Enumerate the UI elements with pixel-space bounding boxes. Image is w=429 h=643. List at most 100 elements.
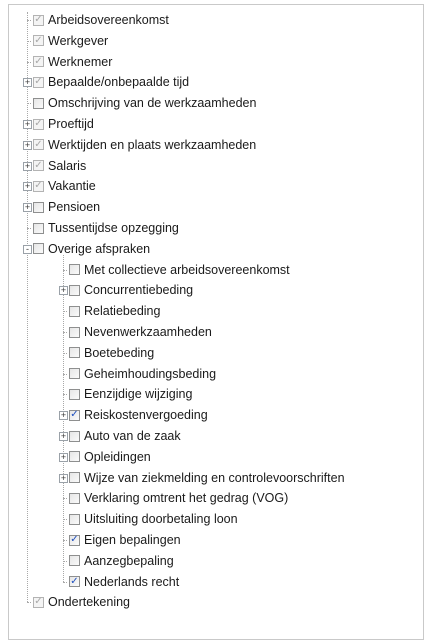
collapse-toggle-icon[interactable]: - (23, 244, 32, 254)
expand-toggle-icon[interactable]: + (59, 411, 68, 421)
tree-item-label: Nederlands recht (84, 574, 180, 589)
expand-toggle-icon[interactable]: + (59, 286, 68, 296)
checkbox[interactable]: ✓ (33, 56, 44, 68)
checkbox[interactable] (69, 305, 80, 317)
tree-item[interactable]: Overige afspraken (33, 239, 150, 259)
tree-item[interactable]: ✓ Werkgever (33, 31, 108, 51)
checkbox[interactable]: ✓ (33, 596, 44, 608)
tree-item[interactable]: ✓ Bepaalde/onbepaalde tijd (33, 72, 189, 92)
tree-item[interactable]: Wijze van ziekmelding en controlevoorsch… (69, 468, 345, 488)
tree-item[interactable]: ✓ Arbeidsovereenkomst (33, 10, 169, 30)
tree-item-label: Aanzegbepaling (84, 553, 174, 568)
tree-item[interactable]: ✓ Vakantie (33, 176, 96, 196)
tree-item-label: Eenzijdige wijziging (84, 387, 193, 402)
tree-item[interactable]: Aanzegbepaling (69, 551, 174, 571)
tree-item-label: Auto van de zaak (84, 429, 181, 443)
tree-item[interactable]: Omschrijving van de werkzaamheden (33, 93, 256, 113)
tree-item[interactable]: Eenzijdige wijziging (69, 384, 192, 404)
tree-connector-line (27, 103, 31, 105)
tree-item-label: Relatiebeding (84, 304, 161, 319)
tree-item-label: Concurrentiebeding (84, 283, 194, 298)
checkbox[interactable] (69, 472, 80, 484)
checkbox[interactable] (69, 326, 80, 338)
tree-item[interactable]: Pensioen (33, 197, 100, 217)
checkbox[interactable] (69, 451, 80, 463)
tree-connector-line (63, 269, 67, 271)
checkbox[interactable]: ✓ (69, 409, 80, 421)
checkbox[interactable] (69, 492, 80, 504)
tree-item[interactable]: Relatiebeding (69, 301, 160, 321)
tree-connector-line (63, 394, 67, 396)
tree-item[interactable]: ✓ Eigen bepalingen (69, 530, 181, 550)
tree-item-label: Arbeidsovereenkomst (48, 13, 169, 27)
checkbox[interactable] (69, 347, 80, 359)
tree-item[interactable]: Met collectieve arbeidsovereenkomst (69, 260, 290, 280)
expand-toggle-icon[interactable]: + (23, 140, 32, 150)
tree-item[interactable]: Tussentijdse opzegging (33, 218, 179, 238)
checkbox[interactable]: ✓ (33, 118, 44, 130)
checkbox[interactable] (69, 264, 80, 276)
tree-item[interactable]: ✓ Salaris (33, 156, 86, 176)
checkbox[interactable] (33, 222, 44, 234)
tree-connector-line (27, 602, 31, 604)
expand-toggle-icon[interactable]: + (23, 161, 32, 171)
tree-item-label: Vakantie (48, 179, 96, 194)
expand-toggle-icon[interactable]: + (59, 473, 68, 483)
checkbox[interactable] (69, 368, 80, 380)
tree-item[interactable]: ✓ Nederlands recht (69, 572, 179, 592)
tree-item-label: Eigen bepalingen (84, 533, 181, 547)
tree-connector-line (63, 352, 67, 354)
checkbox[interactable] (69, 388, 80, 400)
tree-item-label: Tussentijdse opzegging (48, 221, 179, 235)
expand-toggle-icon[interactable]: + (23, 203, 32, 213)
checkbox[interactable]: ✓ (33, 14, 44, 26)
tree-connector-line (63, 519, 67, 521)
checkbox[interactable]: ✓ (69, 534, 80, 546)
expand-toggle-icon[interactable]: + (23, 120, 32, 129)
tree-item-label: Werknemer (48, 54, 113, 69)
checkbox[interactable]: ✓ (69, 576, 80, 588)
tree-item[interactable]: Boetebeding (69, 343, 154, 363)
tree-item-label: Werktijden en plaats werkzaamheden (48, 137, 257, 152)
tree-item[interactable]: Verklaring omtrent het gedrag (VOG) (69, 488, 288, 508)
checkbox[interactable]: ✓ (33, 76, 44, 88)
checkbox[interactable] (33, 201, 44, 213)
tree-item-label: Verklaring omtrent het gedrag (VOG) (84, 491, 289, 506)
tree-item-label: Uitsluiting doorbetaling loon (84, 512, 238, 527)
tree-item-label: Boetebeding (84, 345, 155, 360)
tree-item-label: Ondertekening (48, 595, 131, 610)
expand-toggle-icon[interactable]: + (23, 78, 32, 88)
expand-toggle-icon[interactable]: + (59, 432, 68, 441)
checkbox[interactable] (69, 555, 80, 567)
checkbox[interactable]: ✓ (33, 139, 44, 151)
tree-item[interactable]: ✓ Proeftijd (33, 114, 94, 134)
tree-item[interactable]: Concurrentiebeding (69, 280, 193, 300)
tree-connector-line (27, 40, 31, 42)
checkbox[interactable]: ✓ (33, 180, 44, 192)
tree-item[interactable]: Auto van de zaak (69, 426, 181, 446)
expand-toggle-icon[interactable]: + (59, 452, 68, 462)
checkbox[interactable] (33, 243, 44, 255)
checkbox[interactable] (69, 430, 80, 442)
tree-item[interactable]: Uitsluiting doorbetaling loon (69, 509, 238, 529)
tree-item[interactable]: Opleidingen (69, 447, 151, 467)
checkbox[interactable]: ✓ (33, 35, 44, 47)
tree-connector-line (63, 581, 67, 583)
tree-item-label: Bepaalde/onbepaalde tijd (48, 75, 190, 90)
tree-item[interactable]: Nevenwerkzaamheden (69, 322, 212, 342)
checkbox[interactable]: ✓ (33, 160, 44, 172)
tree-item-label: Nevenwerkzaamheden (84, 325, 212, 339)
checkbox[interactable] (33, 97, 44, 109)
tree-item[interactable]: ✓ Werknemer (33, 52, 112, 72)
tree-connector-line (63, 498, 67, 500)
expand-toggle-icon[interactable]: + (23, 182, 32, 192)
checkbox[interactable] (69, 284, 80, 296)
tree-item[interactable]: ✓ Reiskostenvergoeding (69, 405, 208, 425)
tree-item-label: Met collectieve arbeidsovereenkomst (84, 262, 290, 277)
checkbox[interactable] (69, 513, 80, 525)
tree-item-label: Wijze van ziekmelding en controlevoorsch… (84, 470, 345, 485)
tree-item[interactable]: Geheimhoudingsbeding (69, 364, 216, 384)
tree-item-label: Pensioen (48, 200, 101, 215)
tree-item[interactable]: ✓ Ondertekening (33, 592, 130, 612)
tree-item[interactable]: ✓ Werktijden en plaats werkzaamheden (33, 135, 256, 155)
